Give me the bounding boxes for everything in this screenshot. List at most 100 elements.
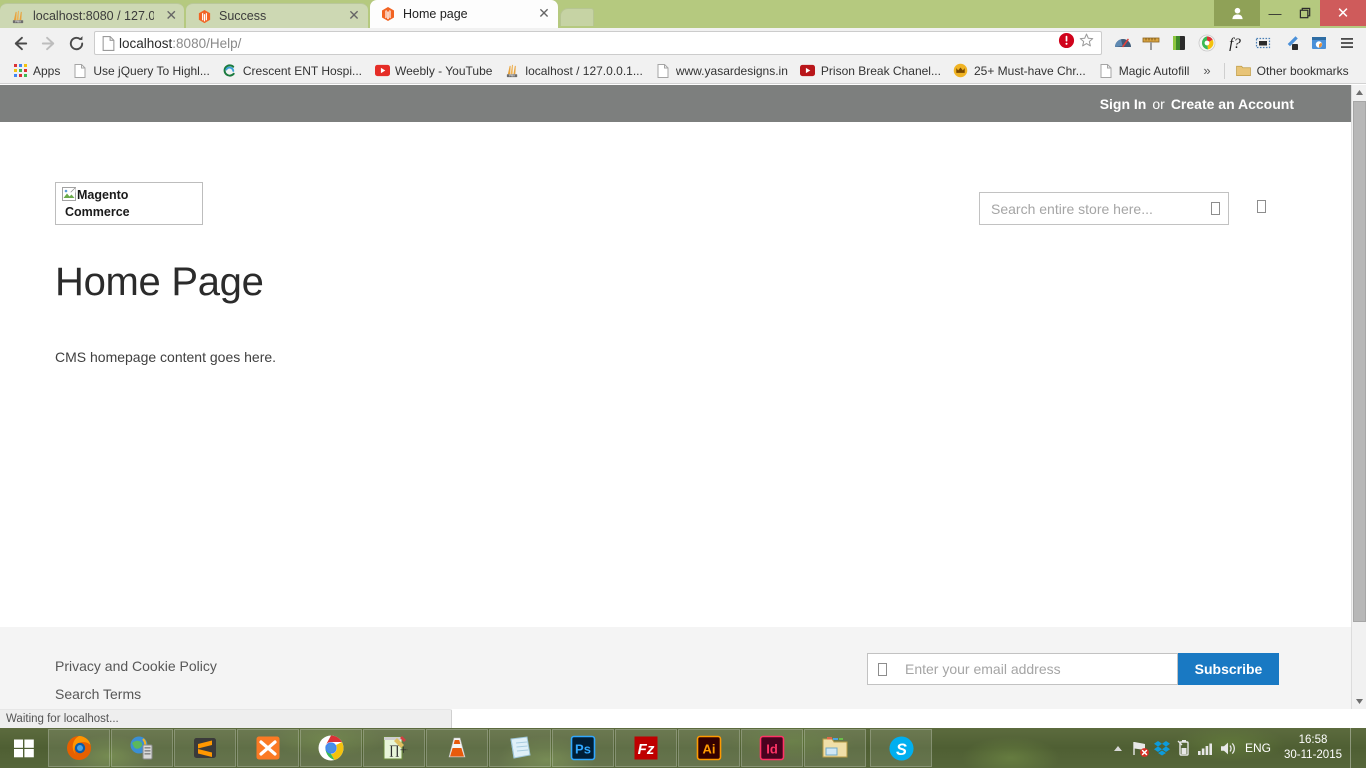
taskbar-file-explorer-icon[interactable] [804, 729, 866, 767]
taskbar-firefox-icon[interactable] [48, 729, 110, 767]
page-analytics-icon[interactable] [1306, 30, 1332, 56]
bookmark-label: Use jQuery To Highl... [93, 63, 210, 78]
other-bookmarks-label: Other bookmarks [1256, 63, 1349, 78]
browser-tab-2-title: Success [219, 9, 267, 23]
taskbar-google-chrome-icon[interactable] [300, 729, 362, 767]
bookmark-item[interactable]: Use jQuery To Highl... [66, 61, 216, 81]
svg-text:f?: f? [1229, 36, 1241, 52]
show-desktop-button[interactable] [1350, 728, 1358, 768]
language-indicator[interactable]: ENG [1239, 741, 1280, 755]
taskbar-notepadpp-icon[interactable]: ∏++ [363, 729, 425, 767]
colorzilla-icon[interactable] [1166, 30, 1192, 56]
browser-tab-2-close-icon[interactable]: ✕ [346, 8, 362, 24]
bookmark-item[interactable]: Crescent ENT Hospi... [216, 61, 368, 81]
bookmark-item[interactable]: PMA localhost / 127.0.0.1... [498, 61, 648, 81]
phpmyadmin-icon: PMA [10, 8, 26, 24]
chrome-extension-icon[interactable] [1194, 30, 1220, 56]
taskbar-vlc-icon[interactable] [426, 729, 488, 767]
battery-icon[interactable] [1173, 728, 1195, 768]
bookmark-item[interactable]: Magic Autofill [1092, 61, 1196, 81]
folder-icon [1236, 63, 1252, 79]
apps-shortcut[interactable]: Apps [6, 61, 66, 81]
eyedropper-icon[interactable] [1278, 30, 1304, 56]
close-window-button[interactable]: ✕ [1320, 0, 1366, 26]
address-bar[interactable]: localhost:8080/Help/ [94, 31, 1102, 55]
footer-link-privacy[interactable]: Privacy and Cookie Policy [55, 652, 217, 680]
browser-tab-3[interactable]: Home page ✕ [370, 0, 558, 28]
bookmark-item[interactable]: 25+ Must-have Chr... [947, 61, 1092, 81]
browser-tab-2[interactable]: Success ✕ [186, 3, 368, 28]
font-finder-icon[interactable]: f? [1222, 30, 1248, 56]
new-tab-button[interactable] [560, 8, 594, 26]
reload-button[interactable] [62, 30, 90, 56]
page-scrollbar[interactable] [1351, 85, 1366, 709]
bookmark-label: 25+ Must-have Chr... [973, 63, 1086, 78]
signal-icon[interactable] [1195, 728, 1217, 768]
taskbar-server-globe-icon[interactable] [111, 729, 173, 767]
windows-taskbar: ∏++ Ps [0, 728, 1366, 768]
volume-icon[interactable] [1217, 728, 1239, 768]
taskbar-filezilla-icon[interactable]: Fz [615, 729, 677, 767]
bookmark-item[interactable]: www.yasardesigns.in [649, 61, 794, 81]
bookmarks-divider [1223, 62, 1225, 79]
sign-in-link[interactable]: Sign In [1100, 96, 1147, 112]
store-footer: Privacy and Cookie Policy Search Terms S… [0, 627, 1351, 709]
taskbar-photoshop-icon[interactable]: Ps [552, 729, 614, 767]
minimize-button[interactable]: — [1260, 0, 1290, 26]
store-search-box[interactable] [979, 192, 1229, 225]
scrollbar-thumb[interactable] [1353, 101, 1366, 622]
other-bookmarks-folder[interactable]: Other bookmarks [1230, 61, 1355, 81]
store-logo-broken-image[interactable]: Magento Commerce [55, 182, 203, 225]
bookmark-label: www.yasardesigns.in [675, 63, 788, 78]
cart-icon[interactable] [1257, 200, 1266, 213]
taskbar-indesign-icon[interactable]: Id [741, 729, 803, 767]
ruler-icon[interactable] [1138, 30, 1164, 56]
chrome-menu-icon[interactable] [1334, 30, 1360, 56]
bookmarks-overflow-button[interactable]: » [1195, 61, 1218, 80]
newsletter-input-wrap[interactable] [867, 653, 1178, 685]
back-button[interactable] [6, 30, 34, 56]
address-bar-url: localhost:8080/Help/ [117, 36, 1058, 51]
taskbar-illustrator-icon[interactable]: Ai [678, 729, 740, 767]
pagespeed-icon[interactable] [1110, 30, 1136, 56]
tray-expand-arrow-icon[interactable] [1107, 728, 1129, 768]
subscribe-button[interactable]: Subscribe [1178, 653, 1279, 685]
browser-tab-1-close-icon[interactable]: ✕ [164, 8, 178, 24]
restore-button[interactable] [1290, 0, 1320, 26]
footer-link-search-terms[interactable]: Search Terms [55, 680, 217, 708]
browser-tab-1[interactable]: PMA localhost:8080 / 127.0.0.1 ✕ [0, 3, 184, 28]
swirl-icon [222, 63, 238, 79]
newsletter-email-input[interactable] [905, 661, 1167, 677]
windows-start-icon[interactable] [0, 728, 48, 768]
page-viewport: Sign In or Create an Account Magento Com… [0, 85, 1366, 709]
forward-button [34, 30, 62, 56]
create-account-link[interactable]: Create an Account [1171, 96, 1294, 112]
browser-tab-3-close-icon[interactable]: ✕ [536, 6, 552, 22]
search-input[interactable] [991, 200, 1211, 217]
star-icon[interactable] [1078, 32, 1095, 54]
taskbar-sublime-text-icon[interactable] [174, 729, 236, 767]
network-error-icon[interactable] [1129, 728, 1151, 768]
search-icon[interactable] [1211, 202, 1220, 215]
taskbar-notepad-icon[interactable] [489, 729, 551, 767]
bookmark-item[interactable]: Prison Break Chanel... [794, 61, 947, 81]
newsletter-form: Subscribe [867, 653, 1279, 685]
magento-icon [380, 6, 396, 22]
scroll-up-arrow-icon[interactable] [1352, 85, 1366, 100]
scroll-down-arrow-icon[interactable] [1352, 694, 1366, 709]
phpmyadmin-icon: PMA [504, 63, 520, 79]
taskbar-xampp-icon[interactable] [237, 729, 299, 767]
youtube-icon [800, 63, 816, 79]
window-resizer-icon[interactable] [1250, 30, 1276, 56]
taskbar-skype-icon[interactable]: S [870, 729, 932, 767]
browser-tab-3-title: Home page [403, 7, 468, 21]
extension-toolbar: f? [1108, 30, 1360, 56]
bookmark-label: Crescent ENT Hospi... [242, 63, 363, 78]
dropbox-icon[interactable] [1151, 728, 1173, 768]
minicart-button[interactable] [1257, 200, 1266, 213]
bookmark-item[interactable]: Weebly - YouTube [368, 61, 498, 81]
user-profile-icon[interactable] [1214, 0, 1260, 26]
clock[interactable]: 16:58 30-11-2015 [1280, 733, 1350, 763]
blocked-plugin-icon[interactable] [1058, 32, 1075, 54]
svg-text:PMA: PMA [15, 19, 21, 23]
